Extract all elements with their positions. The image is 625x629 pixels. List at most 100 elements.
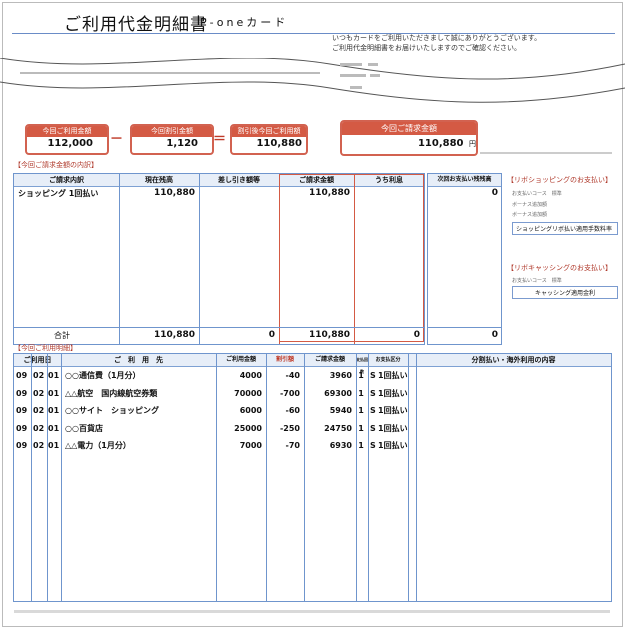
footer-note-line: [14, 610, 610, 613]
total-billing: 110,880: [309, 330, 350, 340]
cell-yy: 09: [16, 406, 28, 415]
cell-place: ○○百貨店: [65, 423, 103, 433]
revo-shopping-rate-box: ショッピングリボ払い適用手数料率: [512, 222, 618, 235]
col-discount: 割引額: [275, 356, 294, 363]
cell-count: 1: [358, 371, 364, 380]
cell-discount: -250: [279, 423, 300, 433]
revo-shopping-bonus1: ボーナス追加額: [512, 202, 548, 208]
revo-cashing-title: 【リボキャッシングのお支払い】: [507, 264, 612, 272]
cell-place: ○○通信費（1月分）: [65, 371, 141, 380]
next-balance-table: 次回お支払い残残高 0 0: [427, 173, 502, 345]
usage-details-table: ご利用日 ご 利 用 先 ご利用金額 割引額 ご請求金額 支払回数 お支払区分 …: [13, 353, 612, 602]
current-discount-box: 今回割引金額 1,120: [130, 124, 214, 155]
cell-yy: 09: [16, 371, 28, 380]
cell-mm: 02: [33, 371, 45, 380]
cell-count: 1: [358, 388, 364, 398]
details-table-header: ご利用日 ご 利 用 先 ご利用金額 割引額 ご請求金額 支払回数 お支払区分 …: [14, 354, 611, 374]
cell-discount: -70: [285, 441, 300, 450]
greeting: いつもカードをご利用いただきまして誠にありがとうございます。 ご利用代金明細書を…: [332, 34, 542, 52]
table-row: 09 02 01 ○○百貨店 25000 -250 24750 1 S 1回払い: [14, 421, 611, 436]
col-billing: ご請求金額: [314, 356, 345, 363]
billing-unit: 円: [469, 140, 476, 148]
details-section-title: 【今回ご利用明細】: [14, 344, 77, 352]
col-breakdown: ご請求内訳: [49, 176, 84, 184]
cell-billing: 3960: [329, 371, 352, 380]
cell-mm: 02: [33, 406, 45, 415]
after-discount-label: 割引後今回ご利用額: [232, 126, 306, 137]
col-kubun: お支払区分: [375, 357, 401, 363]
after-discount-value: 110,880: [256, 138, 302, 149]
cell-mm: 02: [33, 388, 45, 398]
billing-value: 110,880: [417, 138, 464, 149]
table-row: 09 02 01 ○○通信費（1月分） 4000 -40 3960 1 S 1回払い: [14, 368, 611, 383]
billing-label: 今回ご請求金額: [342, 122, 476, 135]
cell-discount: -40: [285, 371, 300, 380]
cell-amount: 4000: [239, 371, 262, 380]
billing-breakdown-table: ご請求内訳 現在残高 差し引き額等 ご請求金額 うち利息 ショッピング 1回払い…: [13, 173, 425, 345]
current-discount-label: 今回割引金額: [132, 126, 212, 137]
col-place: ご 利 用 先: [114, 356, 163, 364]
breakdown-balance: 110,880: [154, 188, 195, 198]
current-usage-label: 今回ご利用金額: [27, 126, 107, 137]
cell-count: 1: [358, 406, 364, 415]
breakdown-row-label: ショッピング 1回払い: [18, 189, 99, 198]
cell-dd: 01: [48, 371, 60, 380]
cell-mm: 02: [33, 423, 45, 433]
revo-shopping-title: 【リボショッピングのお支払い】: [507, 176, 612, 184]
table-row: 09 02 01 ○○サイト ショッピング 6000 -60 5940 1 S 1回払い: [14, 403, 611, 418]
total-interest: 0: [413, 330, 420, 340]
cell-discount: -700: [279, 388, 300, 398]
cell-kubun: 1回払い: [378, 423, 408, 433]
cell-dd: 01: [48, 388, 60, 398]
next-balance-total: 0: [491, 330, 498, 340]
cell-dd: 01: [48, 406, 60, 415]
cell-discount: -60: [285, 406, 300, 415]
after-discount-box: 割引後今回ご利用額 110,880: [230, 124, 308, 155]
col-date: ご利用日: [23, 356, 52, 364]
col-deduction: 差し引き額等: [218, 176, 260, 184]
table-row: 09 02 01 △△電力（1月分） 7000 -70 6930 1 S 1回払い: [14, 438, 611, 453]
equals-operator: ＝: [213, 132, 227, 147]
cell-count: 1: [358, 441, 364, 450]
breakdown-billing: 110,880: [309, 188, 350, 198]
col-current-balance: 現在残高: [145, 176, 173, 184]
cell-billing: 5940: [329, 406, 352, 415]
current-discount-value: 1,120: [166, 138, 198, 149]
current-usage-value: 112,000: [47, 138, 93, 149]
total-label: 合計: [54, 331, 70, 340]
cell-dd: 01: [48, 441, 60, 450]
page-title: ご利用代金明細書: [64, 15, 208, 35]
cell-place: ○○サイト ショッピング: [65, 406, 159, 415]
cell-count: 1: [358, 423, 364, 433]
table-row: 09 02 01 △△航空 国内線航空券類 70000 -700 69300 1 S 1回払い: [14, 386, 611, 401]
revo-cashing-course: お支払いコース 標準: [512, 278, 562, 284]
cell-place: △△航空 国内線航空券類: [65, 388, 158, 398]
cell-amount: 6000: [239, 406, 262, 415]
col-amount: ご利用金額: [225, 356, 256, 363]
cell-yy: 09: [16, 441, 28, 450]
cell-mm: 02: [33, 441, 45, 450]
col-count: 支払回数: [356, 357, 368, 374]
card-name: P‐oneカード: [200, 16, 289, 29]
col-installment: 分割払い・海外利用の内容: [471, 356, 556, 364]
total-deduction: 0: [268, 330, 275, 340]
note-line: [480, 152, 612, 154]
cell-yy: 09: [16, 388, 28, 398]
cell-yy: 09: [16, 423, 28, 433]
cell-amount: 25000: [234, 423, 262, 433]
cell-kubun: 1回払い: [378, 441, 408, 450]
revo-cashing-rate-box: キャッシング適用金利: [512, 286, 618, 299]
cell-amount: 70000: [234, 388, 262, 398]
revo-shopping-course: お支払いコース 標準: [512, 191, 562, 197]
cell-kubun: 1回払い: [378, 371, 408, 380]
cell-billing: 69300: [324, 388, 352, 398]
cell-dd: 01: [48, 423, 60, 433]
cell-kubun: 1回払い: [378, 406, 408, 415]
current-usage-box: 今回ご利用金額 112,000: [25, 124, 109, 155]
cell-billing: 6930: [329, 441, 352, 450]
cell-place: △△電力（1月分）: [65, 441, 131, 450]
billing-section-title: 【今回ご請求金額の内訳】: [14, 161, 98, 169]
next-balance-value: 0: [491, 188, 498, 198]
cell-kubun: 1回払い: [378, 388, 408, 398]
billing-box: 今回ご請求金額 110,880 円: [340, 120, 478, 156]
